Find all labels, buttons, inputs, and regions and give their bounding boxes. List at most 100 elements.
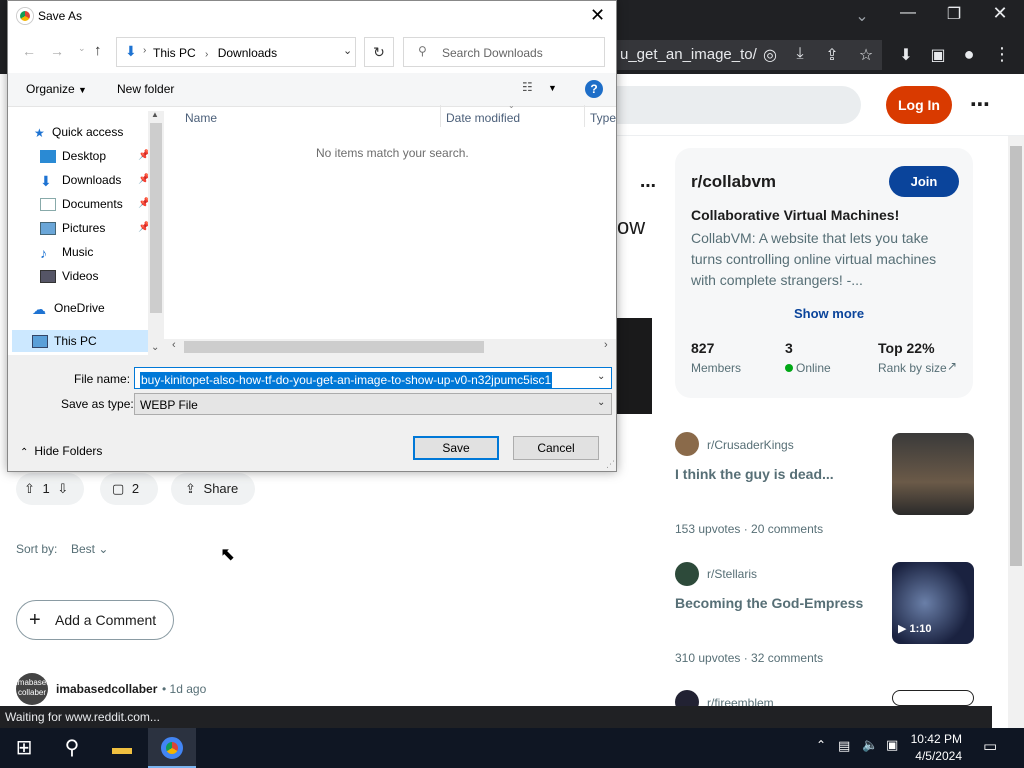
dialog-close-icon[interactable]: ✕ xyxy=(590,5,605,26)
related-title[interactable]: I think the guy is dead... xyxy=(675,466,880,482)
column-divider[interactable] xyxy=(584,105,585,127)
tray-chevron-icon[interactable]: ⌃ xyxy=(816,738,826,752)
related-sub[interactable]: r/Stellaris xyxy=(707,567,757,581)
chevron-down-icon[interactable]: ⌄ xyxy=(343,44,352,57)
comment-icon: ▢ xyxy=(112,481,125,496)
members-label: Members xyxy=(691,361,742,375)
display-icon[interactable]: ▣ xyxy=(886,737,898,753)
cancel-button[interactable]: Cancel xyxy=(513,436,599,460)
show-more-button[interactable]: Show more xyxy=(794,306,864,321)
login-button[interactable]: Log In xyxy=(886,86,952,124)
file-name-input[interactable]: buy-kinitopet-also-how-tf-do-you-get-an-… xyxy=(134,367,612,389)
view-options-icon[interactable]: ☷ xyxy=(522,80,533,94)
downvote-icon[interactable]: ⇩ xyxy=(57,481,68,496)
post-options-icon[interactable]: ⋯ xyxy=(640,176,656,196)
comments-button[interactable]: ▢ 2 xyxy=(100,473,158,505)
nav-documents[interactable]: Documents xyxy=(40,193,150,215)
back-icon[interactable]: ← xyxy=(22,43,36,59)
share-icon[interactable]: ⇪ xyxy=(820,45,844,65)
breadcrumb-folder[interactable]: Downloads xyxy=(218,46,277,60)
videos-icon xyxy=(40,270,56,284)
related-title[interactable]: Becoming the God-Empress xyxy=(675,595,880,611)
bookmark-star-icon[interactable]: ☆ xyxy=(854,45,878,65)
add-comment-button[interactable]: + Add a Comment xyxy=(16,600,174,640)
share-button[interactable]: ⇪ Share xyxy=(171,473,255,505)
scroll-right-icon[interactable]: › xyxy=(604,339,608,351)
start-windows-icon[interactable]: ⊞ xyxy=(0,728,48,768)
column-name[interactable]: Name xyxy=(185,111,217,125)
new-folder-button[interactable]: New folder xyxy=(117,82,174,96)
scroll-left-icon[interactable]: ‹ xyxy=(172,339,176,351)
related-meta: 153 upvotes · 20 comments xyxy=(675,522,824,536)
file-list-scrollbar-thumb[interactable] xyxy=(184,341,484,353)
nav-music[interactable]: ♪ Music xyxy=(40,241,150,263)
chrome-taskbar-icon[interactable] xyxy=(148,728,196,768)
nav-this-pc[interactable]: This PC xyxy=(32,330,97,352)
more-options-icon[interactable]: ⋯ xyxy=(970,92,990,117)
refresh-icon[interactable]: ↻ xyxy=(364,37,394,67)
subreddit-icon xyxy=(675,562,699,586)
related-thumbnail[interactable] xyxy=(892,690,974,706)
resize-grip-icon[interactable]: ⋰ xyxy=(606,459,615,470)
reddit-search[interactable] xyxy=(617,86,861,124)
search-downloads-input[interactable]: ⚲ Search Downloads xyxy=(403,37,605,67)
page-scrollbar-thumb[interactable] xyxy=(1010,146,1022,566)
notifications-icon[interactable]: ▭ xyxy=(983,737,997,755)
avatar[interactable]: imabased collaber xyxy=(16,673,51,705)
save-button[interactable]: Save xyxy=(413,436,499,460)
side-panel-icon[interactable]: ▣ xyxy=(926,45,950,65)
rank-label[interactable]: Rank by size xyxy=(878,361,947,375)
install-icon[interactable]: ⤓ xyxy=(788,45,812,63)
scroll-down-icon[interactable]: ⌄ xyxy=(151,342,159,353)
restore-icon[interactable]: ❐ xyxy=(942,4,966,24)
comment-author[interactable]: imabasedcollaber xyxy=(56,682,157,696)
volume-muted-icon[interactable]: 🔈 xyxy=(862,737,878,753)
profile-icon[interactable]: ● xyxy=(957,44,981,65)
download-icon[interactable]: ⬇ xyxy=(894,45,918,65)
minimize-icon[interactable]: — xyxy=(896,4,920,22)
forward-icon[interactable]: → xyxy=(50,43,64,59)
online-count: 3 xyxy=(785,340,793,356)
related-thumbnail[interactable] xyxy=(892,433,974,515)
organize-menu[interactable]: Organize ▼ xyxy=(26,82,87,96)
file-explorer-icon[interactable]: ▬ xyxy=(98,728,146,768)
network-icon[interactable]: ▤ xyxy=(838,738,850,754)
online-dot-icon xyxy=(785,364,793,372)
scroll-up-icon[interactable]: ▲ xyxy=(151,110,159,119)
chrome-icon[interactable]: ◎ xyxy=(758,45,782,65)
join-button[interactable]: Join xyxy=(889,166,959,197)
save-as-dialog: Save As ✕ ← → ⌄ ↑ ⬇ › This PC › Download… xyxy=(7,0,617,472)
history-dropdown-icon[interactable]: ⌄ xyxy=(78,43,86,54)
related-sub[interactable]: r/CrusaderKings xyxy=(707,438,794,452)
nav-label: Desktop xyxy=(62,149,107,163)
chevron-up-icon: ⌃ xyxy=(20,447,29,458)
sort-dropdown[interactable]: Best ⌄ xyxy=(71,542,108,556)
column-type[interactable]: Type xyxy=(590,111,616,125)
view-dropdown-icon[interactable]: ▼ xyxy=(548,83,557,93)
post-media[interactable] xyxy=(616,318,652,414)
nav-pictures[interactable]: Pictures xyxy=(40,217,150,239)
upvote-icon[interactable]: ⇧ xyxy=(24,481,35,496)
clock[interactable]: 10:42 PM 4/5/2024 xyxy=(900,731,962,765)
nav-desktop[interactable]: Desktop xyxy=(40,145,150,167)
column-divider[interactable] xyxy=(440,105,441,127)
help-icon[interactable]: ? xyxy=(585,80,603,98)
hide-folders-toggle[interactable]: ⌃ Hide Folders xyxy=(20,444,102,458)
up-folder-icon[interactable]: ↑ xyxy=(94,42,102,59)
nav-downloads[interactable]: ⬇ Downloads xyxy=(40,169,150,191)
downloads-icon: ⬇ xyxy=(40,172,52,189)
chevron-down-icon[interactable]: ⌄ xyxy=(597,371,605,382)
nav-videos[interactable]: Videos xyxy=(40,265,150,287)
subreddit-name[interactable]: r/collabvm xyxy=(691,172,776,192)
column-date-modified[interactable]: Date modified xyxy=(446,111,520,125)
breadcrumb-root[interactable]: This PC xyxy=(153,46,196,60)
save-type-select[interactable]: WEBP File ⌄ xyxy=(134,393,612,415)
nav-quick-access[interactable]: ★ Quick access xyxy=(34,121,123,143)
search-icon[interactable]: ⚲ xyxy=(48,728,96,768)
nav-scrollbar-thumb[interactable] xyxy=(150,123,162,313)
window-close-icon[interactable]: ✕ xyxy=(988,3,1012,24)
chevron-down-icon[interactable]: ⌄ xyxy=(850,6,874,26)
path-breadcrumb[interactable]: ⬇ › This PC › Downloads ⌄ xyxy=(116,37,356,67)
chrome-menu-icon[interactable]: ⋮ xyxy=(990,44,1014,65)
nav-onedrive[interactable]: ☁ OneDrive xyxy=(32,297,105,319)
